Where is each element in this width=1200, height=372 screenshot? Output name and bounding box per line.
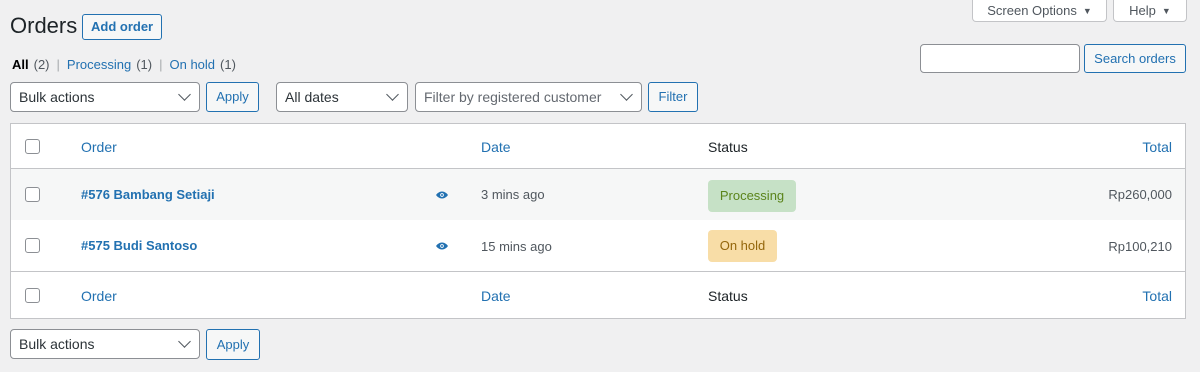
filter-button[interactable]: Filter bbox=[648, 82, 698, 112]
bulk-actions-select-bottom[interactable]: Bulk actions bbox=[10, 329, 200, 359]
status-badge: Processing bbox=[708, 180, 796, 212]
apply-button-bottom[interactable]: Apply bbox=[206, 329, 260, 360]
orders-table: Order Date Status Total #576 Bambang Set… bbox=[10, 123, 1186, 319]
column-header-status: Status bbox=[708, 139, 748, 155]
customer-filter-placeholder: Filter by registered customer bbox=[424, 89, 602, 105]
filter-link-processing[interactable]: Processing bbox=[67, 58, 131, 72]
apply-button[interactable]: Apply bbox=[206, 82, 259, 112]
bulk-actions-value: Bulk actions bbox=[19, 89, 95, 105]
column-footer-order[interactable]: Order bbox=[81, 287, 117, 305]
search-orders-button[interactable]: Search orders bbox=[1084, 44, 1186, 73]
filter-count-all: (2) bbox=[33, 57, 50, 72]
search-input[interactable] bbox=[920, 44, 1080, 73]
column-footer-status: Status bbox=[708, 288, 748, 304]
order-link[interactable]: #575 Budi Santoso bbox=[81, 237, 197, 255]
separator: | bbox=[159, 57, 163, 72]
table-row[interactable]: #576 Bambang Setiaji 3 mins ago Processi… bbox=[11, 169, 1185, 220]
filter-link-all[interactable]: All bbox=[12, 58, 29, 72]
eye-icon[interactable] bbox=[435, 239, 449, 253]
column-header-total[interactable]: Total bbox=[1142, 138, 1172, 156]
filter-count-processing: (1) bbox=[136, 57, 153, 72]
chevron-down-icon bbox=[178, 88, 191, 101]
help-tab[interactable]: Help ▼ bbox=[1113, 0, 1187, 22]
column-footer-total[interactable]: Total bbox=[1142, 287, 1172, 305]
table-header-row: Order Date Status Total bbox=[11, 124, 1185, 169]
bulk-actions-value: Bulk actions bbox=[19, 336, 95, 352]
order-link[interactable]: #576 Bambang Setiaji bbox=[81, 186, 215, 204]
chevron-down-icon bbox=[386, 88, 399, 101]
column-header-date[interactable]: Date bbox=[481, 138, 511, 156]
dates-select[interactable]: All dates bbox=[276, 82, 408, 112]
screen-options-tab[interactable]: Screen Options ▼ bbox=[972, 0, 1107, 22]
page-title: Orders bbox=[10, 13, 78, 38]
bulk-actions-select[interactable]: Bulk actions bbox=[10, 82, 200, 112]
row-checkbox[interactable] bbox=[25, 238, 40, 253]
separator: | bbox=[56, 57, 60, 72]
filter-link-on-hold[interactable]: On hold bbox=[170, 58, 216, 72]
order-date: 3 mins ago bbox=[481, 187, 545, 202]
order-total: Rp260,000 bbox=[1108, 187, 1172, 202]
status-badge: On hold bbox=[708, 230, 777, 262]
help-label: Help bbox=[1129, 2, 1156, 18]
select-all-checkbox[interactable] bbox=[25, 139, 40, 154]
status-filter-links: All (2) | Processing (1) | On hold (1) bbox=[12, 58, 236, 72]
dates-value: All dates bbox=[285, 89, 339, 105]
order-total: Rp100,210 bbox=[1108, 239, 1172, 254]
column-footer-date[interactable]: Date bbox=[481, 287, 511, 305]
filter-count-on-hold: (1) bbox=[220, 57, 236, 72]
row-checkbox[interactable] bbox=[25, 187, 40, 202]
caret-down-icon: ▼ bbox=[1161, 5, 1171, 16]
eye-icon[interactable] bbox=[435, 188, 449, 202]
select-all-checkbox[interactable] bbox=[25, 288, 40, 303]
chevron-down-icon bbox=[620, 88, 633, 101]
caret-down-icon: ▼ bbox=[1082, 5, 1092, 16]
chevron-down-icon bbox=[178, 335, 191, 348]
column-header-order[interactable]: Order bbox=[81, 138, 117, 156]
table-footer-row: Order Date Status Total bbox=[11, 271, 1185, 318]
customer-filter-select[interactable]: Filter by registered customer bbox=[415, 82, 642, 112]
add-order-button[interactable]: Add order bbox=[82, 14, 163, 40]
order-date: 15 mins ago bbox=[481, 239, 552, 254]
screen-options-label: Screen Options bbox=[987, 2, 1077, 18]
table-row[interactable]: #575 Budi Santoso 15 mins ago On hold Rp… bbox=[11, 220, 1185, 271]
